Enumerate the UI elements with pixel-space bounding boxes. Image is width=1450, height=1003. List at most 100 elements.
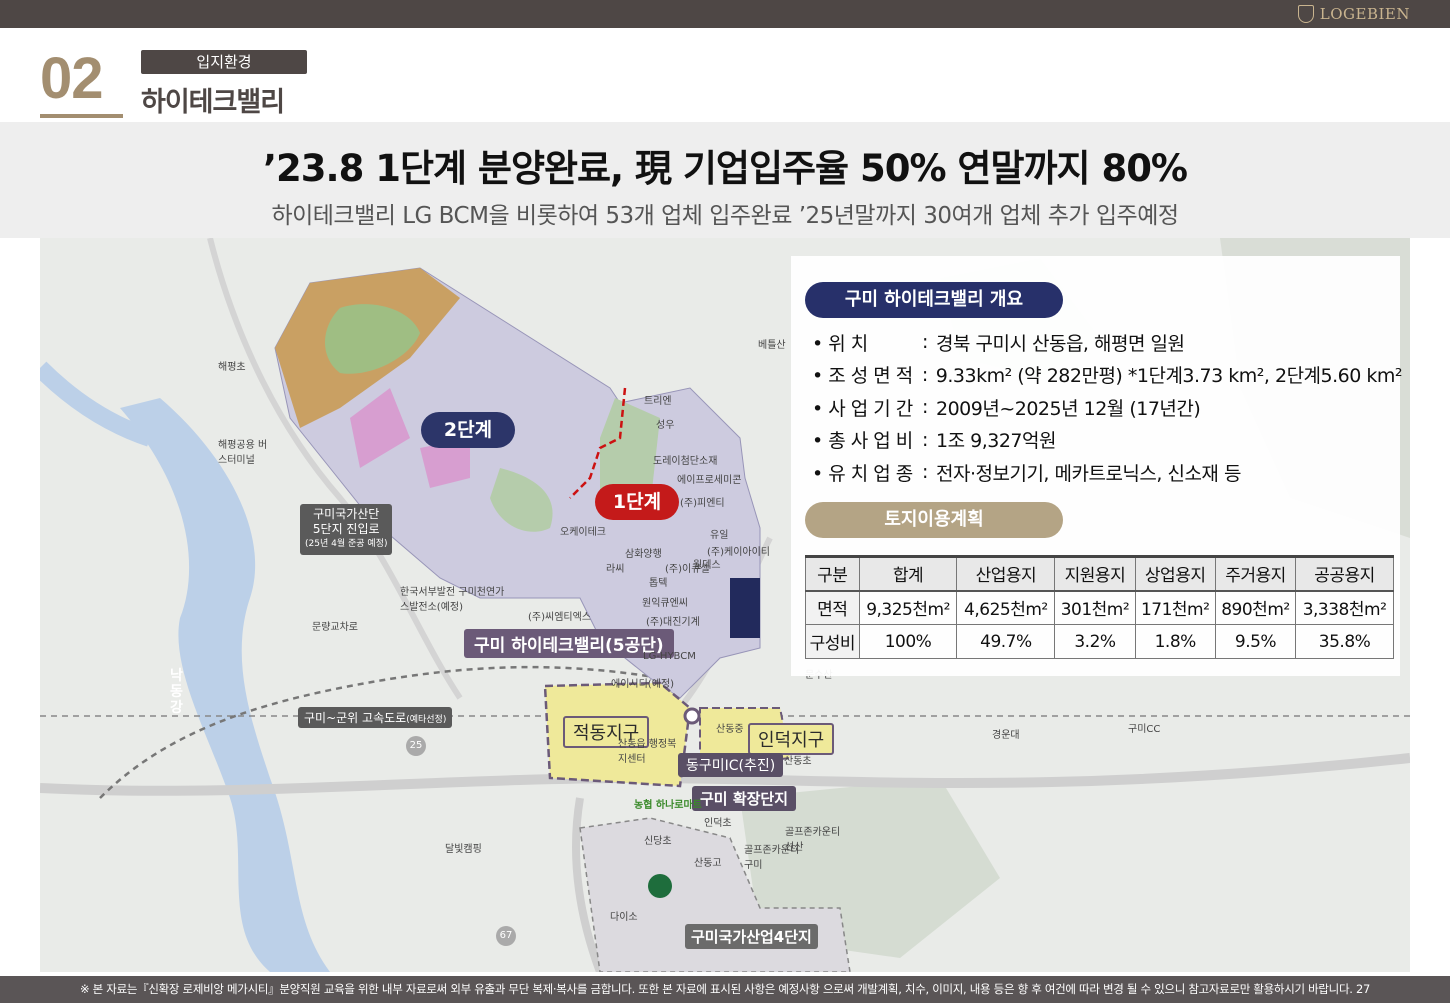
map-label: 원익큐엔씨 bbox=[642, 598, 688, 609]
expansion-label: 구미 확장단지 bbox=[692, 786, 797, 811]
entrance-line1: 구미국가산단 bbox=[313, 507, 380, 521]
map-label: 오케이테크 bbox=[560, 527, 606, 538]
section-number: 02 bbox=[40, 46, 104, 111]
ic-label: 동구미IC(추진) bbox=[678, 753, 784, 777]
map-label: 경운대 bbox=[992, 730, 1020, 741]
land-use-header: 구분 bbox=[805, 556, 860, 592]
map-label: 해평공용 버스터미널 bbox=[218, 440, 268, 466]
overview-label: • 총 사 업 비 bbox=[812, 430, 913, 453]
map-label: 산동고 bbox=[694, 858, 722, 869]
map-label: 도레이첨단소재 bbox=[653, 456, 718, 467]
map-label: 월덱스 bbox=[693, 560, 721, 571]
overview-label: • 사 업 기 간 bbox=[812, 397, 913, 420]
overview-row: • 유 치 업 종: 전자·정보기기, 메카트로닉스, 신소재 등 bbox=[812, 456, 1402, 489]
overview-row: • 사 업 기 간:2009년~2025년 12월 (17년간) bbox=[812, 391, 1402, 424]
crest-icon bbox=[1297, 5, 1314, 23]
land-use-header-row: 구분 합계 산업용지 지원용지 상업용지 주거용지 공공용지 bbox=[805, 556, 1394, 592]
highway-main: 구미~군위 고속도로 bbox=[304, 711, 407, 725]
highway-label: 구미~군위 고속도로(예타선정) bbox=[298, 707, 453, 728]
subheadline: 하이테크밸리 LG BCM을 비롯하여 53개 업체 입주완료 ’25년말까지 … bbox=[271, 203, 1179, 229]
overview-list: • 위 치: 경북 구미시 산동읍, 해평면 일원 • 조 성 면 적:9.33k… bbox=[812, 326, 1403, 489]
map-label: 유일 bbox=[710, 530, 729, 541]
overview-value: 1조 9,327억원 bbox=[936, 430, 1056, 453]
overview-value: 2009년~2025년 12월 (17년간) bbox=[936, 397, 1201, 420]
footer-disclaimer: ※ 본 자료는『신확장 로제비앙 메가시티』분양직원 교육을 위한 내부 자료로… bbox=[0, 976, 1450, 1003]
land-use-header: 상업용지 bbox=[1134, 556, 1216, 592]
land-use-header: 합계 bbox=[858, 556, 958, 592]
map-label: (주)씨엠티엑스 bbox=[528, 612, 592, 623]
land-use-cell: 3.2% bbox=[1054, 624, 1136, 659]
land-use-cell: 100% bbox=[858, 624, 958, 659]
complex4-label: 구미국가산업4단지 bbox=[685, 924, 818, 949]
table-row: 구성비 100% 49.7% 3.2% 1.8% 9.5% 35.8% bbox=[805, 624, 1394, 659]
map-label: 트리엔 bbox=[644, 396, 672, 407]
land-use-cell: 9,325천m² bbox=[858, 590, 958, 625]
map-label: 에이시디(예정) bbox=[611, 679, 675, 690]
map-label: 신당초 bbox=[644, 836, 672, 847]
map-label: 에이프로세미콘 bbox=[677, 475, 742, 486]
land-use-cell: 1.8% bbox=[1134, 624, 1216, 659]
land-use-cell: 구성비 bbox=[805, 624, 860, 659]
overview-value: 경북 구미시 산동읍, 해평면 일원 bbox=[936, 332, 1185, 355]
map-label: 문량교차로 bbox=[312, 622, 358, 633]
map-label: 산동중 bbox=[716, 724, 744, 735]
map-label: 한국서부발전 구미천연가스발전소(예정) bbox=[400, 587, 505, 613]
map-label: 성우 bbox=[656, 420, 675, 431]
overview-label: • 유 치 업 종 bbox=[812, 462, 913, 485]
land-use-cell: 890천m² bbox=[1214, 590, 1297, 625]
overview-label: • 위 치 bbox=[812, 332, 868, 355]
land-use-cell: 171천m² bbox=[1134, 590, 1216, 625]
map-label: 산동초 bbox=[784, 756, 812, 767]
overview-row: • 조 성 면 적:9.33km² (약 282만평) *1단계3.73 km²… bbox=[812, 359, 1403, 392]
brand-logo: LOGEBIEN bbox=[1297, 5, 1410, 23]
phase2-label: 2단계 bbox=[421, 412, 515, 448]
map-label: 구미CC bbox=[1128, 724, 1161, 735]
highway-sub: (예타선정) bbox=[406, 715, 447, 725]
indeok-district-label: 인덕지구 bbox=[748, 723, 835, 755]
river-label: 낙동강 bbox=[170, 668, 183, 716]
map-label: 달빛캠핑 bbox=[445, 844, 482, 855]
land-use-cell: 면적 bbox=[805, 590, 860, 625]
map-label: 해평초 bbox=[218, 362, 246, 373]
table-row: 면적 9,325천m² 4,625천m² 301천m² 171천m² 890천m… bbox=[805, 590, 1394, 625]
entrance-road-box: 구미국가산단 5단지 진입로 (25년 4월 준공 예정) bbox=[300, 504, 393, 555]
map-label: LG-HYBCM bbox=[643, 651, 696, 662]
overview-row: • 위 치: 경북 구미시 산동읍, 해평면 일원 bbox=[812, 326, 1402, 359]
map-label: 라씨 bbox=[606, 564, 625, 575]
land-use-header: 주거용지 bbox=[1214, 556, 1297, 592]
route-67-shield: 67 bbox=[496, 926, 516, 946]
map-label: 베틀산 bbox=[758, 340, 786, 351]
land-use-cell: 9.5% bbox=[1214, 624, 1297, 659]
map-label: 농협 하나로마트 bbox=[634, 800, 702, 811]
entrance-line3: (25년 4월 준공 예정) bbox=[305, 539, 388, 549]
map-label: 다이소 bbox=[610, 912, 638, 923]
entrance-line2: 5단지 진입로 bbox=[312, 522, 380, 536]
land-use-cell: 3,338천m² bbox=[1295, 590, 1394, 625]
map-label: 골프존카운티 구미 bbox=[744, 845, 800, 871]
land-use-title: 토지이용계획 bbox=[805, 502, 1063, 538]
map-label: 톱텍 bbox=[649, 578, 668, 589]
route-25-shield: 25 bbox=[406, 736, 426, 756]
land-use-table: 구분 합계 산업용지 지원용지 상업용지 주거용지 공공용지 면적 9,325천… bbox=[805, 555, 1394, 659]
map-label: (주)피엔티 bbox=[680, 498, 725, 509]
map-label: 산동읍 행정복지센터 bbox=[618, 739, 677, 765]
overview-label: • 조 성 면 적 bbox=[812, 365, 913, 388]
phase1-label: 1단계 bbox=[595, 484, 679, 520]
land-use-cell: 4,625천m² bbox=[956, 590, 1056, 625]
land-use-cell: 49.7% bbox=[956, 624, 1056, 659]
land-use-cell: 301천m² bbox=[1054, 590, 1136, 625]
brand-name: LOGEBIEN bbox=[1319, 5, 1410, 23]
overview-row: • 총 사 업 비:1조 9,327억원 bbox=[812, 424, 1402, 457]
land-use-header: 공공용지 bbox=[1295, 556, 1394, 592]
overview-value: 9.33km² (약 282만평) *1단계3.73 km², 2단계5.60 … bbox=[935, 365, 1403, 388]
top-bar: LOGEBIEN bbox=[0, 0, 1450, 28]
section-underline bbox=[40, 114, 123, 118]
land-use-header: 산업용지 bbox=[956, 556, 1056, 592]
section-tag: 입지환경 bbox=[141, 50, 307, 74]
map-label: 삼화양행 bbox=[625, 549, 662, 560]
land-use-cell: 35.8% bbox=[1295, 624, 1394, 659]
headline: ’23.8 1단계 분양완료, 現 기업입주율 50% 연말까지 80% bbox=[262, 147, 1188, 190]
map-label: (주)대진기계 bbox=[646, 617, 700, 628]
map-label: 인덕초 bbox=[704, 818, 732, 829]
land-use-header: 지원용지 bbox=[1054, 556, 1136, 592]
